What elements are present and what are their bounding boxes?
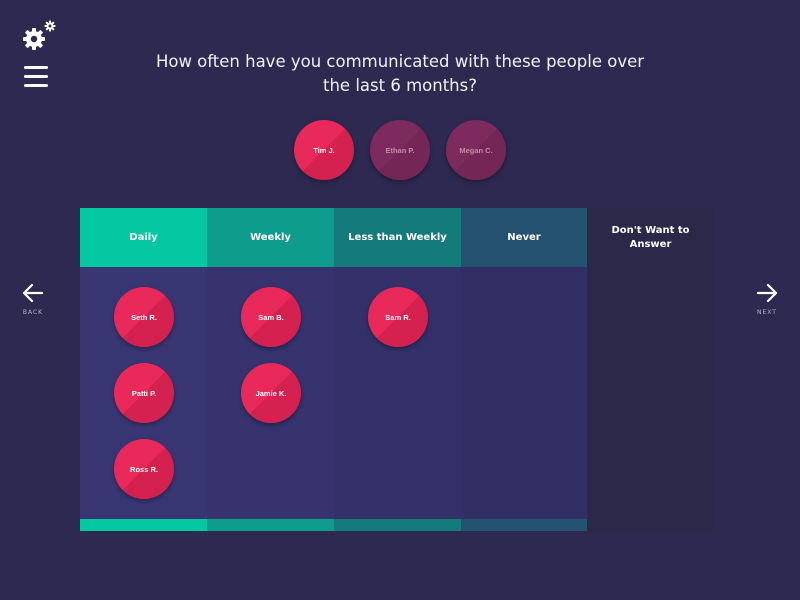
column-footer-never (461, 519, 587, 531)
person-circle-ethan[interactable]: Ethan P. (370, 120, 430, 180)
person-circle-tim[interactable]: Tim J. (294, 120, 354, 180)
person-name: Patti P. (131, 388, 157, 398)
column-never: Never (461, 208, 587, 531)
next-button[interactable]: NEXT (747, 283, 787, 316)
next-label: NEXT (757, 309, 777, 316)
back-button[interactable]: BACK (13, 283, 53, 316)
person-name: Sam R. (385, 312, 411, 322)
person-name: Ross R. (130, 464, 158, 474)
person-name: Tim J. (313, 145, 335, 155)
drop-zone-weekly[interactable]: Sam B. Jamie K. (207, 267, 334, 519)
arrow-right-icon (756, 283, 778, 303)
column-label: Daily (129, 231, 158, 243)
question-line-2: the last 6 months? (323, 76, 477, 95)
column-header-weekly[interactable]: Weekly (207, 208, 334, 267)
column-label: Don't Want to Answer (611, 224, 690, 250)
column-header-dont-want-to-answer[interactable]: Don't Want to Answer (587, 208, 714, 267)
column-header-daily[interactable]: Daily (80, 208, 207, 267)
column-daily: Daily Seth R. Patti P. Ross R. (80, 208, 207, 531)
person-name: Jamie K. (255, 388, 287, 398)
column-header-never[interactable]: Never (461, 208, 587, 267)
column-footer-weekly (207, 519, 334, 531)
column-footer-daily (80, 519, 207, 531)
column-label: Less than Weekly (348, 231, 447, 243)
drop-zone-never[interactable] (461, 267, 587, 519)
arrow-left-icon (22, 283, 44, 303)
column-dont-want-to-answer: Don't Want to Answer (587, 208, 714, 531)
column-label: Weekly (250, 231, 291, 243)
person-name: Ethan P. (385, 145, 415, 155)
people-pool: Tim J. Ethan P. Megan C. (0, 120, 800, 180)
column-less-than-weekly: Less than Weekly Sam R. (334, 208, 461, 531)
person-circle-seth[interactable]: Seth R. (114, 287, 174, 347)
person-name: Sam B. (258, 312, 284, 322)
question-text: How often have you communicated with the… (150, 50, 650, 98)
question-line-1: How often have you communicated with the… (155, 52, 645, 71)
person-circle-megan[interactable]: Megan C. (446, 120, 506, 180)
person-circle-jamie[interactable]: Jamie K. (241, 363, 301, 423)
back-label: BACK (22, 309, 44, 316)
column-footer-less-than-weekly (334, 519, 461, 531)
settings-gears-icon[interactable] (22, 20, 58, 52)
column-header-less-than-weekly[interactable]: Less than Weekly (334, 208, 461, 267)
person-circle-sam-r[interactable]: Sam R. (368, 287, 428, 347)
person-circle-ross[interactable]: Ross R. (114, 439, 174, 499)
person-name: Seth R. (131, 312, 157, 322)
column-weekly: Weekly Sam B. Jamie K. (207, 208, 334, 531)
hamburger-menu-icon[interactable] (24, 66, 48, 88)
drop-zone-less-than-weekly[interactable]: Sam R. (334, 267, 461, 519)
drop-zone-daily[interactable]: Seth R. Patti P. Ross R. (80, 267, 207, 519)
person-name: Megan C. (459, 145, 493, 155)
person-circle-patti[interactable]: Patti P. (114, 363, 174, 423)
frequency-board: Daily Seth R. Patti P. Ross R. Weekly Sa… (80, 208, 714, 531)
person-circle-sam-b[interactable]: Sam B. (241, 287, 301, 347)
column-label: Never (507, 231, 541, 243)
drop-zone-dont-want-to-answer[interactable] (587, 267, 714, 531)
